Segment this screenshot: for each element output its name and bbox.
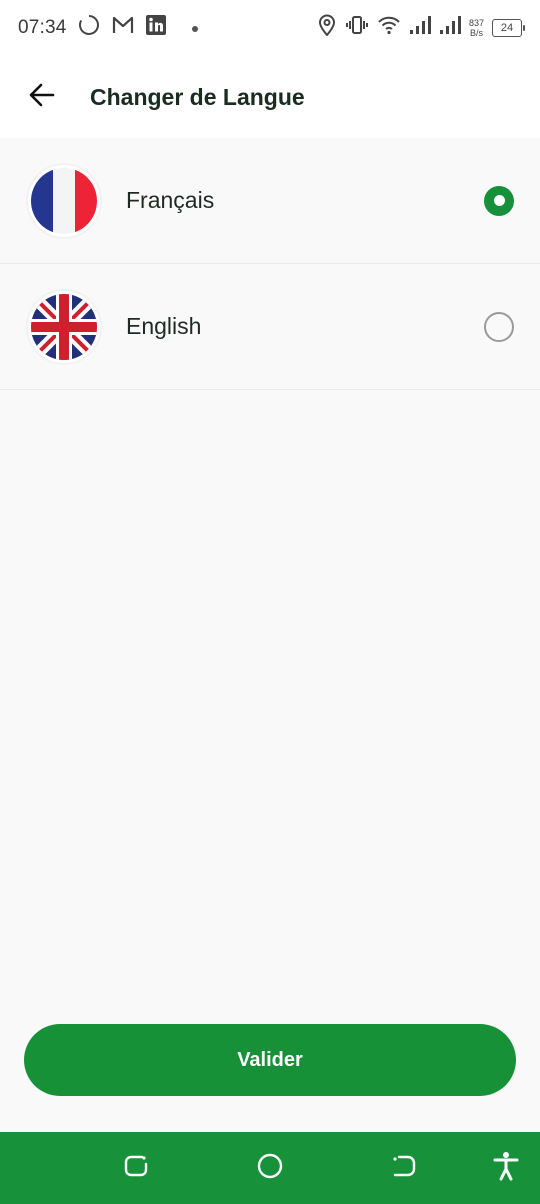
arrow-left-icon	[28, 81, 56, 114]
home-icon	[256, 1152, 284, 1185]
accessibility-button[interactable]	[488, 1150, 524, 1186]
back-button[interactable]	[12, 67, 72, 127]
recent-apps-icon	[123, 1153, 149, 1184]
back-nav-icon	[391, 1153, 417, 1184]
location-icon	[317, 14, 337, 42]
status-time: 07:34	[18, 17, 67, 38]
status-bar: 07:34 837 B/s 24	[0, 0, 540, 56]
language-item-french[interactable]: Français	[0, 138, 540, 264]
radio-french[interactable]	[484, 185, 514, 216]
signal-icon-2	[439, 15, 461, 41]
language-label: Français	[126, 187, 215, 213]
net-speed-unit: B/s	[469, 28, 483, 38]
battery-icon: 24	[492, 19, 525, 37]
status-right: 837 B/s 24	[317, 14, 525, 42]
back-nav-button[interactable]	[386, 1150, 422, 1186]
net-speed-value: 837	[468, 18, 484, 28]
uk-flag-icon	[28, 290, 100, 363]
accessibility-icon	[493, 1151, 519, 1186]
france-flag-icon	[28, 164, 100, 237]
battery-level: 24	[500, 22, 514, 34]
linkedin-icon	[145, 14, 167, 42]
wifi-icon	[377, 14, 401, 42]
signal-icon	[409, 15, 431, 41]
page-title: Changer de Langue	[90, 83, 305, 110]
language-item-english[interactable]: English	[0, 264, 540, 390]
dot-icon	[191, 17, 199, 39]
validate-button[interactable]: Valider	[24, 1024, 516, 1096]
radio-english[interactable]	[484, 311, 514, 342]
home-button[interactable]	[252, 1150, 288, 1186]
language-label: English	[126, 313, 202, 339]
net-speed: 837 B/s	[469, 18, 484, 38]
recent-apps-button[interactable]	[118, 1150, 154, 1186]
nav-bar	[0, 1132, 540, 1204]
screen: 07:34 837 B/s 24 Changer de Langue Franç…	[0, 0, 540, 1204]
radio-dot	[493, 195, 505, 206]
app-bar: Changer de Langue	[0, 56, 540, 138]
loading-circle-icon	[77, 13, 101, 43]
status-left: 07:34	[18, 13, 199, 43]
gmail-icon	[111, 14, 135, 42]
vibrate-icon	[345, 14, 369, 42]
language-list: Français English	[0, 138, 540, 390]
